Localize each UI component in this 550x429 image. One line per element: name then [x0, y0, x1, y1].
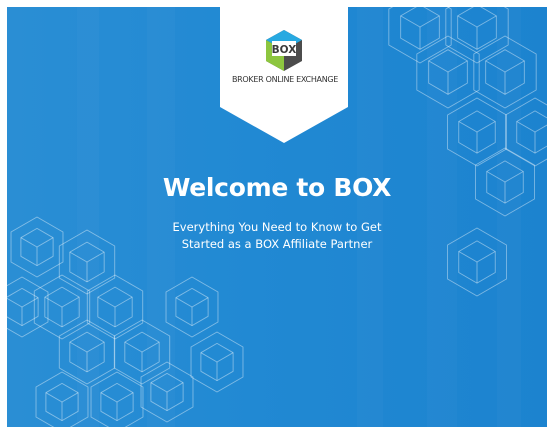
page-title: Welcome to BOX — [162, 173, 392, 202]
cube-edge — [97, 296, 133, 308]
subtitle-line: Started as a BOX Affiliate Partner — [181, 237, 373, 251]
cube-edge — [44, 296, 80, 308]
cube-edge — [20, 237, 54, 248]
cube-edge — [7, 297, 39, 308]
hexagon-outline — [7, 276, 49, 338]
cube-edge — [458, 251, 496, 263]
title-slide: BOX BROKER ONLINE EXCHANGE Welcome to BO… — [7, 7, 547, 427]
logo-caption: BROKER ONLINE EXCHANGE — [231, 75, 339, 84]
cube-edge — [100, 392, 134, 403]
cube-edge — [200, 352, 234, 363]
cube-edge — [175, 297, 209, 308]
cube-edge — [45, 392, 79, 403]
logo-mark-text: BOX — [272, 44, 297, 56]
page-subtitle: Everything You Need to Know to Get Start… — [157, 219, 397, 253]
subtitle-line: Everything You Need to Know to Get — [172, 220, 382, 234]
